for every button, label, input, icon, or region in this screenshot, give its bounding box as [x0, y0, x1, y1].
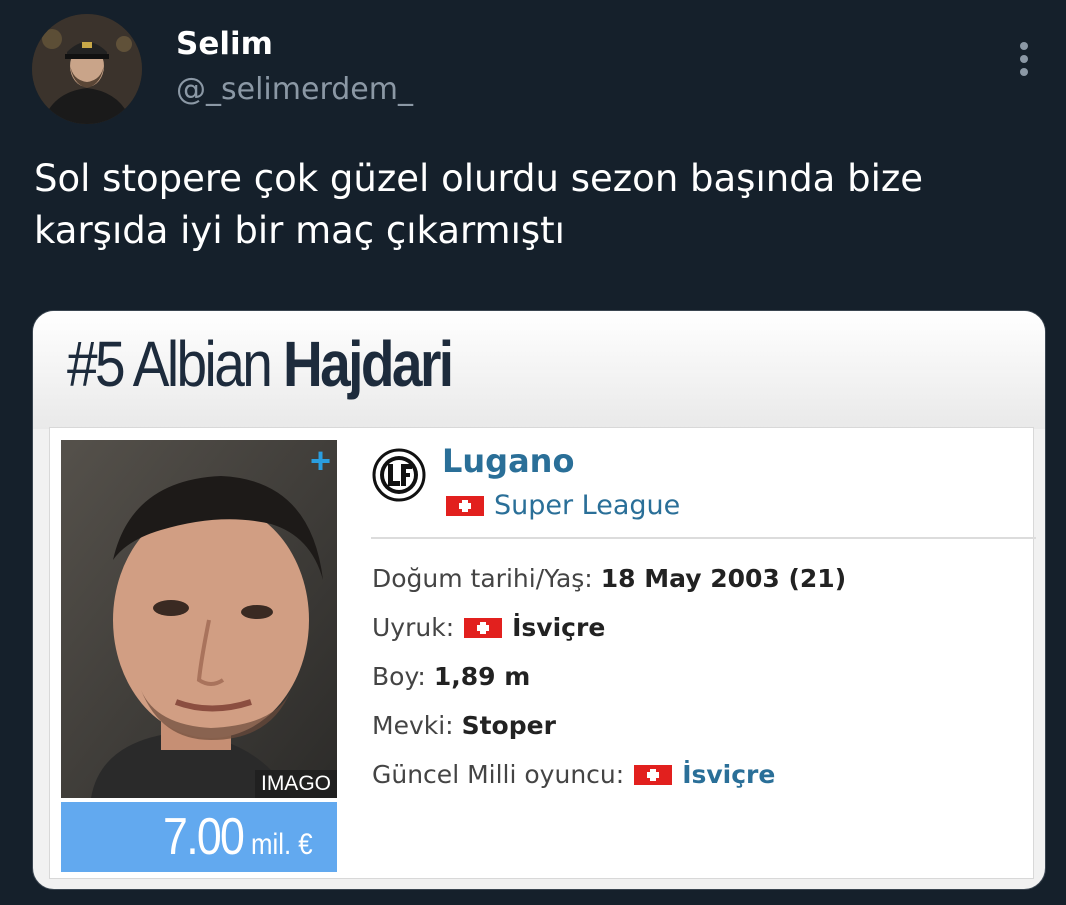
national-team-row: Güncel Milli oyuncu: İsviçre	[372, 750, 846, 799]
national-team-label: Güncel Milli oyuncu:	[372, 760, 625, 789]
nationality-row: Uyruk: İsviçre	[372, 603, 846, 652]
league-row: Super League	[446, 490, 680, 521]
national-team-link[interactable]: İsviçre	[682, 760, 775, 789]
tweet-media-image[interactable]: #5 Albian Hajdari + IMAGO 7.00 mil. € Lu…	[32, 310, 1046, 890]
player-last-name: Hajdari	[282, 328, 454, 400]
player-first-name: Albian	[132, 328, 273, 400]
more-vertical-icon[interactable]	[1008, 38, 1042, 80]
club-name-link[interactable]: Lugano	[442, 442, 574, 480]
birth-value: 18 May 2003 (21)	[600, 564, 847, 593]
shirt-number: #5	[67, 328, 126, 400]
player-title: #5 Albian Hajdari	[67, 327, 454, 401]
position-row: Mevki: Stoper	[372, 701, 846, 750]
league-name-link[interactable]: Super League	[494, 490, 680, 521]
birth-row: Doğum tarihi/Yaş: 18 May 2003 (21)	[372, 554, 846, 603]
tweet-page: Selim @_selimerdem_ Sol stopere çok güze…	[0, 0, 1066, 905]
club-logo-icon[interactable]	[372, 448, 426, 502]
market-value-box[interactable]: 7.00 mil. €	[61, 802, 337, 872]
tweet-text: Sol stopere çok güzel olurdu sezon başın…	[34, 157, 924, 252]
photo-credit: IMAGO	[254, 770, 337, 798]
nationality-label: Uyruk:	[372, 613, 455, 642]
display-name[interactable]: Selim	[176, 26, 273, 62]
position-value: Stoper	[461, 711, 556, 740]
avatar[interactable]	[32, 14, 142, 124]
player-photo[interactable]: + IMAGO	[61, 440, 337, 798]
player-details: Doğum tarihi/Yaş: 18 May 2003 (21) Uyruk…	[372, 554, 846, 799]
card-header: #5 Albian Hajdari	[33, 311, 1045, 429]
player-info-panel: + IMAGO 7.00 mil. € Lugano Super League …	[49, 427, 1036, 879]
position-label: Mevki:	[372, 711, 454, 740]
divider	[371, 537, 1036, 539]
birth-label: Doğum tarihi/Yaş:	[372, 564, 593, 593]
market-value-unit: mil. €	[251, 828, 313, 861]
swiss-flag-icon	[446, 495, 484, 516]
swiss-flag-icon	[634, 764, 673, 785]
height-value: 1,89 m	[433, 662, 531, 691]
height-row: Boy: 1,89 m	[372, 652, 846, 701]
nationality-value: İsviçre	[512, 613, 606, 642]
user-handle[interactable]: @_selimerdem_	[176, 72, 413, 107]
height-label: Boy:	[372, 662, 426, 691]
market-value: 7.00	[163, 808, 245, 866]
plus-icon[interactable]: +	[310, 443, 331, 479]
swiss-flag-icon	[464, 617, 503, 638]
